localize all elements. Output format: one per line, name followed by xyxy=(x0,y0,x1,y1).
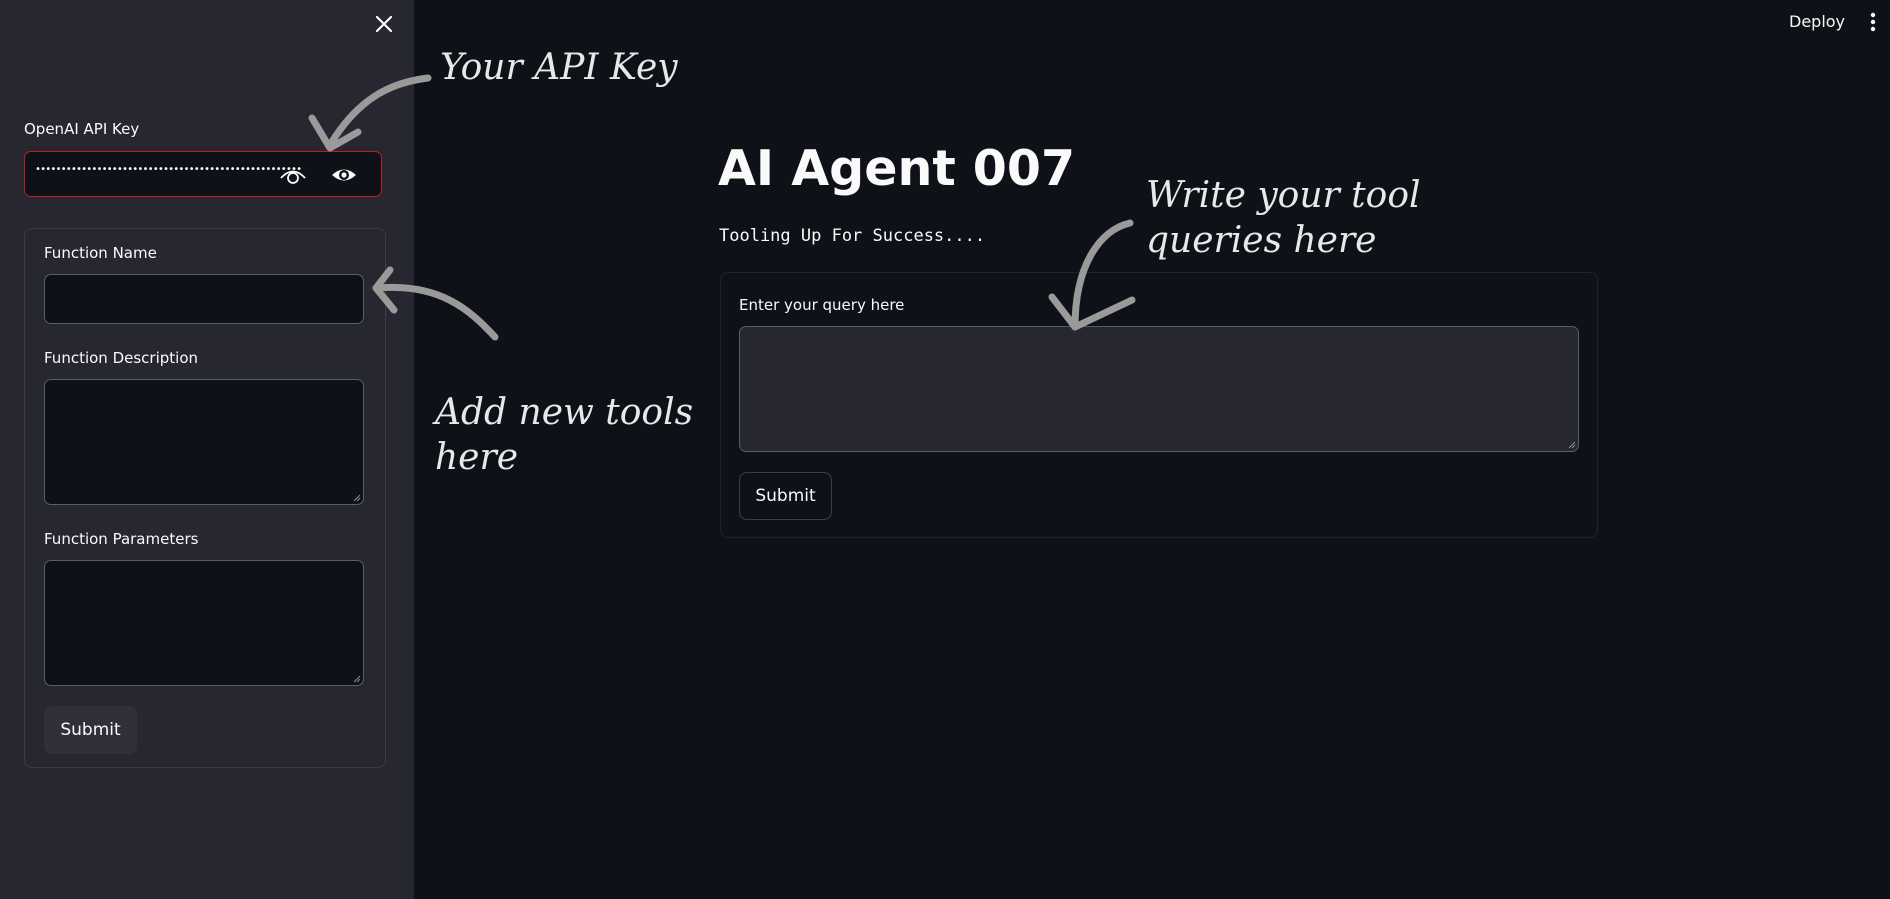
tools-arrow-icon xyxy=(372,266,499,341)
function-parameters-textarea[interactable] xyxy=(44,560,364,686)
resize-handle-icon[interactable] xyxy=(353,494,361,502)
add-tool-submit-button[interactable]: Submit xyxy=(44,706,137,754)
query-label: Enter your query here xyxy=(739,296,905,314)
resize-handle-icon[interactable] xyxy=(353,675,361,683)
kebab-menu-icon[interactable] xyxy=(1866,11,1880,33)
api-key-masked-value: ••••••••••••••••••••••••••••••••••••••••… xyxy=(35,164,302,175)
function-parameters-label: Function Parameters xyxy=(44,530,199,548)
query-submit-button[interactable]: Submit xyxy=(739,472,832,520)
close-sidebar-button[interactable] xyxy=(372,12,396,36)
api-key-label: OpenAI API Key xyxy=(24,120,140,138)
query-arrow-icon xyxy=(1048,219,1136,331)
function-description-label: Function Description xyxy=(44,349,198,367)
app-window: OpenAI API Key •••••••••••••••••••••••••… xyxy=(0,0,1890,899)
api-key-annotation: Your API Key xyxy=(440,47,678,88)
function-name-input[interactable] xyxy=(44,274,364,324)
eye-outline-icon[interactable] xyxy=(279,161,307,189)
query-annotation-line1: Write your tool xyxy=(1146,175,1421,216)
tools-annotation-line2: here xyxy=(435,437,519,478)
page-title: AI Agent 007 xyxy=(718,140,1076,197)
page-subtitle: Tooling Up For Success.... xyxy=(719,226,986,246)
show-password-button[interactable] xyxy=(329,160,359,190)
query-annotation-line2: queries here xyxy=(1146,220,1377,261)
close-icon xyxy=(375,15,393,33)
deploy-button[interactable]: Deploy xyxy=(1789,12,1845,31)
function-description-textarea[interactable] xyxy=(44,379,364,505)
eye-icon xyxy=(332,169,356,181)
tools-annotation-line1: Add new tools xyxy=(435,392,694,433)
resize-handle-icon[interactable] xyxy=(1568,441,1576,449)
api-key-arrow-icon xyxy=(308,74,432,152)
function-name-label: Function Name xyxy=(44,244,157,262)
query-textarea[interactable] xyxy=(739,326,1579,452)
